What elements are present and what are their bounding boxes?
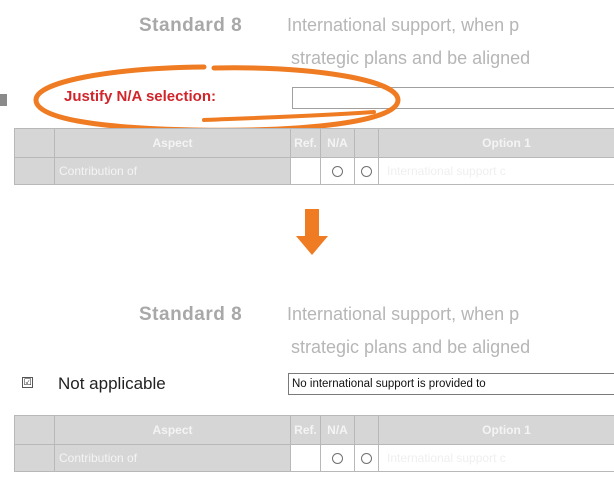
row-option-text: International support c <box>378 157 614 185</box>
row-aspect: Contribution of <box>54 444 291 472</box>
header-ref: Ref. <box>290 415 321 445</box>
row-option-text: International support c <box>378 444 614 472</box>
row-empty-cell <box>14 157 55 185</box>
row-option-radio-cell[interactable] <box>354 444 379 472</box>
radio-icon[interactable] <box>361 453 372 465</box>
header-option1: Option 1 <box>378 415 614 445</box>
header-aspect: Aspect <box>54 415 291 445</box>
header-ref: Ref. <box>290 128 321 158</box>
row-na-radio-cell[interactable] <box>320 157 355 185</box>
checkbox-checked-icon[interactable]: ☑ <box>22 377 33 388</box>
header-radio-col <box>354 128 379 158</box>
top-standard-text-line1: International support, when p <box>287 15 520 35</box>
top-standard-label: Standard 8 <box>139 15 243 36</box>
na-checkbox-cropped[interactable] <box>0 94 7 106</box>
bottom-standard-text-line2: strategic plans and be aligned <box>291 337 531 357</box>
not-applicable-label: Not applicable <box>58 374 166 393</box>
row-empty-cell <box>14 444 55 472</box>
row-option-radio-cell[interactable] <box>354 157 379 185</box>
table-header-row: Aspect Ref. N/A Option 1 <box>14 128 614 158</box>
header-na: N/A <box>320 128 355 158</box>
row-aspect: Contribution of <box>54 157 291 185</box>
row-ref <box>290 157 321 185</box>
radio-icon[interactable] <box>332 453 343 465</box>
header-empty-cell <box>14 128 55 158</box>
top-standards-table: Aspect Ref. N/A Option 1 Contribution of… <box>14 128 614 185</box>
table-header-row: Aspect Ref. N/A Option 1 <box>14 415 614 445</box>
bottom-standard-text-line1: International support, when p <box>287 304 520 324</box>
down-arrow-icon <box>296 236 328 255</box>
radio-icon[interactable] <box>361 166 372 178</box>
row-ref <box>290 444 321 472</box>
row-na-radio-cell[interactable] <box>320 444 355 472</box>
radio-icon[interactable] <box>332 166 343 178</box>
down-arrow-shaft <box>305 209 319 236</box>
bottom-standard-label: Standard 8 <box>139 304 243 325</box>
justify-na-input-filled[interactable]: No international support is provided to <box>288 373 614 395</box>
header-empty-cell <box>14 415 55 445</box>
header-aspect: Aspect <box>54 128 291 158</box>
bottom-standards-table: Aspect Ref. N/A Option 1 Contribution of… <box>14 415 614 472</box>
header-na: N/A <box>320 415 355 445</box>
table-row: Contribution of International support c <box>14 444 614 472</box>
header-radio-col <box>354 415 379 445</box>
header-option1: Option 1 <box>378 128 614 158</box>
table-row: Contribution of International support c <box>14 157 614 185</box>
